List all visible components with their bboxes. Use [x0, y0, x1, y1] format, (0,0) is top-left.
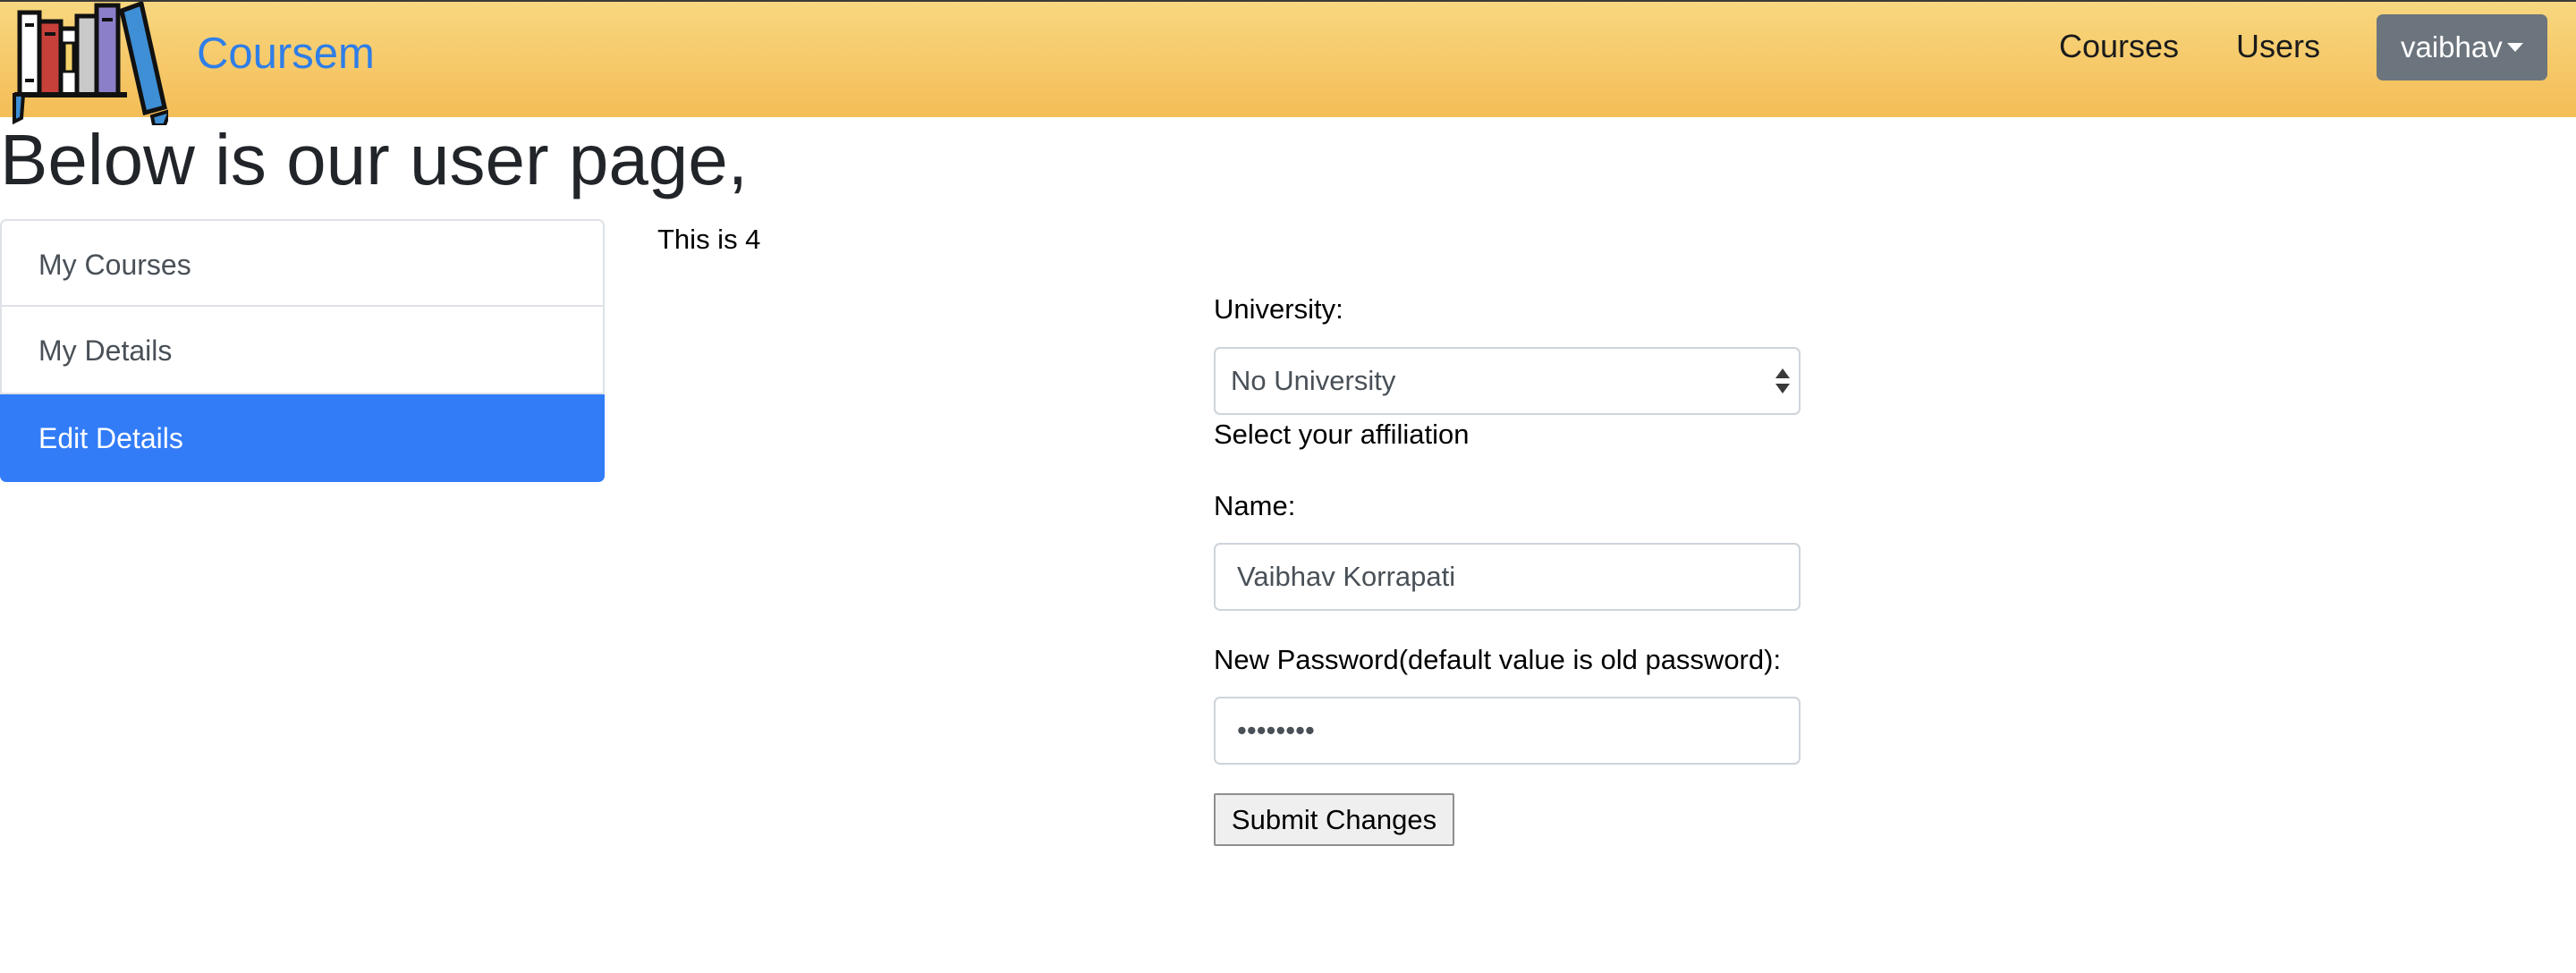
- caret-down-icon: [2507, 43, 2523, 52]
- books-logo-icon[interactable]: [11, 2, 168, 125]
- navbar: Coursem Courses Users vaibhav: [0, 0, 2576, 125]
- name-label: Name:: [1214, 490, 1296, 521]
- user-menu-label: vaibhav: [2401, 30, 2503, 63]
- sidebar-item-my-courses[interactable]: My Courses: [0, 219, 605, 307]
- password-label: New Password(default value is old passwo…: [1214, 644, 1782, 675]
- sidebar-item-my-details[interactable]: My Details: [0, 307, 605, 394]
- university-help-text: Select your affiliation: [1214, 419, 1470, 450]
- brand-link[interactable]: Coursem: [197, 23, 375, 84]
- page-title: Below is our user page,: [0, 120, 749, 199]
- sidebar-item-edit-details[interactable]: Edit Details: [0, 394, 605, 482]
- university-select[interactable]: No University: [1214, 347, 1801, 415]
- university-selected-value: No University: [1231, 365, 1396, 396]
- name-field[interactable]: [1214, 543, 1801, 611]
- submit-changes-button[interactable]: Submit Changes: [1214, 793, 1454, 846]
- info-text: This is 4: [657, 224, 761, 255]
- select-arrows-icon: [1775, 368, 1790, 395]
- sidebar-list: My Courses My Details Edit Details: [0, 219, 605, 482]
- nav-link-users[interactable]: Users: [2236, 21, 2320, 72]
- password-field[interactable]: [1214, 697, 1801, 765]
- user-menu-button[interactable]: vaibhav: [2377, 14, 2547, 80]
- university-label: University:: [1214, 293, 1343, 325]
- nav-link-courses[interactable]: Courses: [2059, 21, 2179, 72]
